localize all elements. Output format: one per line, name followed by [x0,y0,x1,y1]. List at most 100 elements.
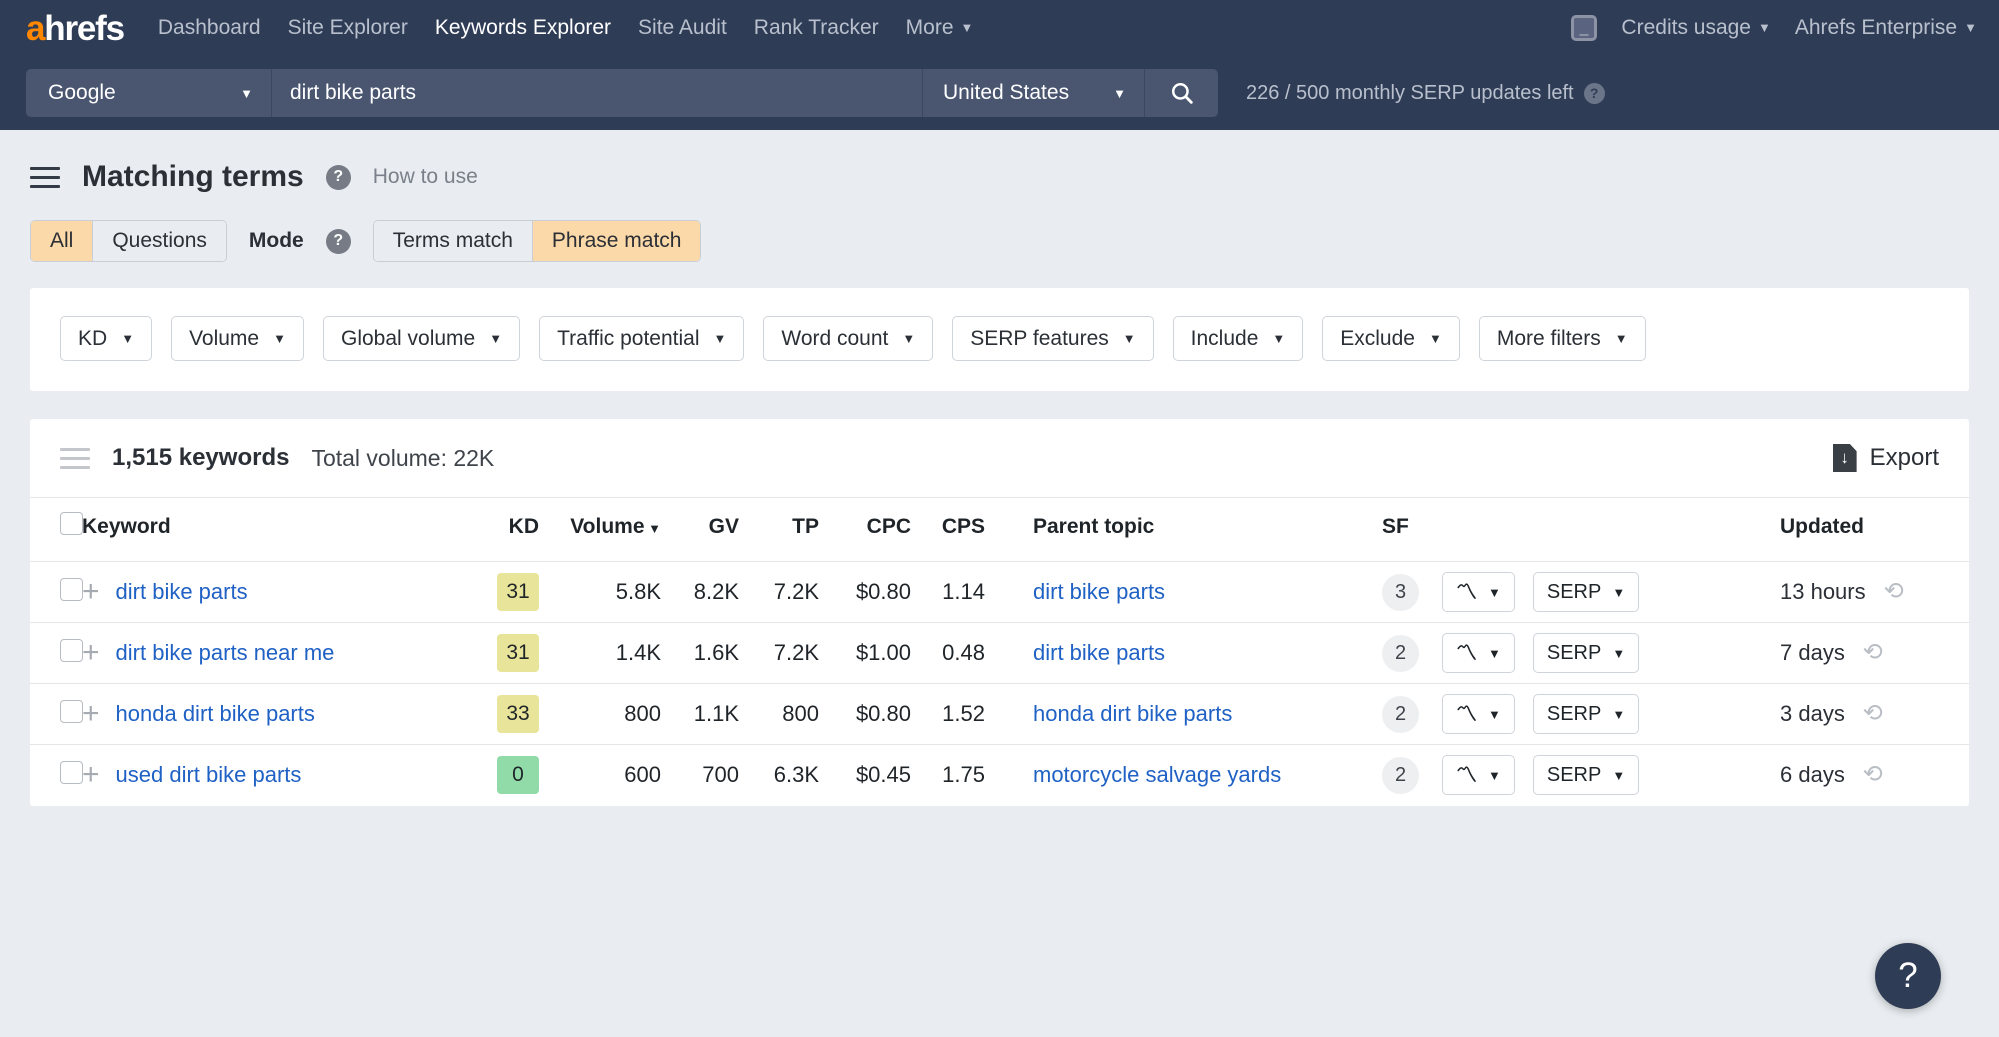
serp-button[interactable]: SERP▼ [1533,694,1639,734]
keyword-search-input[interactable] [272,69,922,117]
filter-volume[interactable]: Volume▼ [171,316,304,361]
help-fab-button[interactable]: ? [1875,943,1941,1009]
nav-link-label: Rank Tracker [754,16,879,39]
nav-link-label: Keywords Explorer [435,16,611,39]
column-updated[interactable]: Updated [1742,498,1969,562]
trend-chart-button[interactable]: 〽▼ [1442,633,1515,673]
nav-link-keywords-explorer[interactable]: Keywords Explorer [435,16,611,40]
add-keyword-icon[interactable]: + [82,638,100,668]
search-engine-select[interactable]: Google ▼ [26,69,272,117]
account-menu[interactable]: Ahrefs Enterprise▼ [1795,16,1977,40]
search-bar-row: Google ▼ United States ▼ 226 / 500 month… [0,56,1999,130]
column-gv[interactable]: GV [661,498,739,562]
how-to-use-link[interactable]: How to use [373,165,478,189]
keyword-link[interactable]: dirt bike parts near me [116,640,335,666]
filter-more-filters[interactable]: More filters▼ [1479,316,1646,361]
mode-label: Mode [249,229,304,253]
keyword-type-questions[interactable]: Questions [92,221,226,261]
mobile-device-icon[interactable] [1571,15,1597,41]
row-controls-cell: 〽▼ SERP▼ [1442,562,1742,623]
serp-label: SERP [1547,764,1601,787]
match-mode-terms-match[interactable]: Terms match [374,221,532,261]
column-kd[interactable]: KD [467,498,539,562]
refresh-icon[interactable]: ⟳ [1884,580,1904,604]
search-submit-button[interactable] [1144,69,1218,117]
trend-chart-button[interactable]: 〽▼ [1442,572,1515,612]
parent-topic-link[interactable]: dirt bike parts [1033,579,1165,604]
filter-label: KD [78,327,107,351]
cpc-cell: $0.80 [819,562,911,623]
results-card: 1,515 keywords Total volume: 22K ↓ Expor… [30,419,1969,806]
add-keyword-icon[interactable]: + [82,699,100,729]
table-header-row: Keyword KD Volume ▼ GV TP CPC CPS Parent… [30,498,1969,562]
refresh-icon[interactable]: ⟳ [1863,702,1883,726]
list-view-icon[interactable] [60,448,90,469]
match-mode-phrase-match[interactable]: Phrase match [532,221,701,261]
nav-link-more[interactable]: More▼ [906,16,974,40]
chevron-down-icon: ▼ [273,332,286,345]
refresh-icon[interactable]: ⟳ [1863,641,1883,665]
add-keyword-icon[interactable]: + [82,577,100,607]
hamburger-menu-icon[interactable] [30,167,60,188]
column-cps[interactable]: CPS [911,498,985,562]
sort-descending-icon: ▼ [645,521,661,536]
column-sf[interactable]: SF [1370,498,1442,562]
chevron-down-icon: ▼ [1113,87,1126,100]
serp-quota-text: 226 / 500 monthly SERP updates left [1246,82,1574,105]
nav-link-rank-tracker[interactable]: Rank Tracker [754,16,879,40]
filter-label: Word count [781,327,888,351]
filter-serp-features[interactable]: SERP features▼ [952,316,1153,361]
export-button[interactable]: ↓ Export [1833,444,1939,472]
column-keyword[interactable]: Keyword [82,498,467,562]
filter-kd[interactable]: KD▼ [60,316,152,361]
kd-badge: 33 [497,695,539,733]
row-controls-cell: 〽▼ SERP▼ [1442,684,1742,745]
select-all-checkbox[interactable] [60,512,83,535]
chevron-down-icon: ▼ [1488,769,1501,782]
column-cpc[interactable]: CPC [819,498,911,562]
credits-usage-menu[interactable]: Credits usage▼ [1621,16,1770,40]
help-question-icon[interactable]: ? [326,229,351,254]
row-checkbox[interactable] [60,761,83,784]
nav-link-dashboard[interactable]: Dashboard [158,16,261,40]
keyword-link[interactable]: dirt bike parts [116,579,248,605]
row-checkbox[interactable] [60,700,83,723]
top-navigation-bar: ahrefs Dashboard Site Explorer Keywords Ex… [0,0,1999,56]
column-volume[interactable]: Volume ▼ [539,498,661,562]
trend-chart-button[interactable]: 〽▼ [1442,755,1515,795]
keyword-type-all[interactable]: All [31,221,92,261]
refresh-icon[interactable]: ⟳ [1863,763,1883,787]
filter-exclude[interactable]: Exclude▼ [1322,316,1460,361]
parent-topic-link[interactable]: motorcycle salvage yards [1033,762,1281,787]
country-select[interactable]: United States ▼ [922,69,1144,117]
filter-include[interactable]: Include▼ [1173,316,1304,361]
help-question-icon[interactable]: ? [326,165,351,190]
serp-button[interactable]: SERP▼ [1533,755,1639,795]
filter-label: SERP features [970,327,1109,351]
trend-chart-button[interactable]: 〽▼ [1442,694,1515,734]
nav-link-label: More [906,16,954,39]
keyword-link[interactable]: used dirt bike parts [116,762,302,788]
parent-topic-link[interactable]: honda dirt bike parts [1033,701,1232,726]
serp-button[interactable]: SERP▼ [1533,633,1639,673]
ahrefs-logo[interactable]: ahrefs [26,11,124,46]
nav-link-site-audit[interactable]: Site Audit [638,16,727,40]
row-checkbox[interactable] [60,639,83,662]
parent-topic-cell: dirt bike parts [985,562,1370,623]
serp-button[interactable]: SERP▼ [1533,572,1639,612]
filter-word-count[interactable]: Word count▼ [763,316,933,361]
help-question-icon[interactable]: ? [1584,83,1605,104]
chevron-down-icon: ▼ [1612,708,1625,721]
column-tp[interactable]: TP [739,498,819,562]
filter-traffic-potential[interactable]: Traffic potential▼ [539,316,744,361]
add-keyword-icon[interactable]: + [82,760,100,790]
column-parent-topic[interactable]: Parent topic [985,498,1370,562]
nav-link-site-explorer[interactable]: Site Explorer [288,16,408,40]
filter-global-volume[interactable]: Global volume▼ [323,316,520,361]
row-checkbox[interactable] [60,578,83,601]
keyword-link[interactable]: honda dirt bike parts [116,701,315,727]
parent-topic-link[interactable]: dirt bike parts [1033,640,1165,665]
chevron-down-icon: ▼ [1615,332,1628,345]
cpc-cell: $1.00 [819,623,911,684]
chevron-down-icon: ▼ [1612,647,1625,660]
